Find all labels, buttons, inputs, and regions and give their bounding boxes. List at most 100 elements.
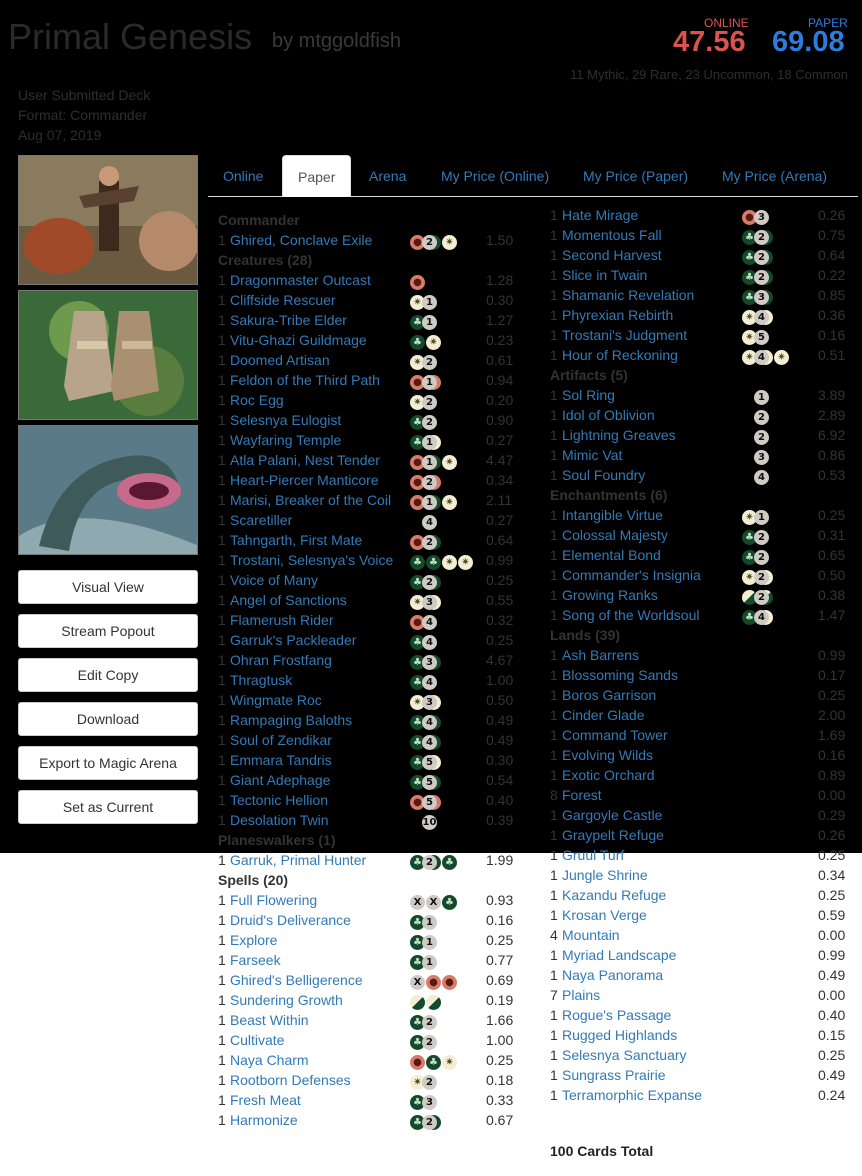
tab-my-price-paper[interactable]: My Price (Paper) [568, 155, 703, 197]
card-name-link[interactable]: Garruk's Packleader [230, 632, 356, 648]
card-name-link[interactable]: Roc Egg [230, 392, 284, 408]
tab-arena[interactable]: Arena [354, 155, 421, 197]
card-name-link[interactable]: Commander's Insignia [562, 567, 701, 583]
card-name-link[interactable]: Harmonize [230, 1112, 298, 1128]
card-name-link[interactable]: Wayfaring Temple [230, 432, 341, 448]
card-name-link[interactable]: Flamerush Rider [230, 612, 333, 628]
card-name-link[interactable]: Rampaging Baloths [230, 712, 352, 728]
card-name-link[interactable]: Rugged Highlands [562, 1027, 677, 1043]
card-name-link[interactable]: Wingmate Roc [230, 692, 322, 708]
card-name-link[interactable]: Ghired, Conclave Exile [230, 232, 372, 248]
card-name-link[interactable]: Angel of Sanctions [230, 592, 347, 608]
card-name-link[interactable]: Selesnya Eulogist [230, 412, 341, 428]
card-name-link[interactable]: Momentous Fall [562, 227, 662, 243]
card-name-link[interactable]: Slice in Twain [562, 267, 647, 283]
card-name-link[interactable]: Elemental Bond [562, 547, 661, 563]
card-name-link[interactable]: Tahngarth, First Mate [230, 532, 362, 548]
card-name-link[interactable]: Ghired's Belligerence [230, 972, 363, 988]
card-name-link[interactable]: Rootborn Defenses [230, 1072, 351, 1088]
tab-my-price-arena[interactable]: My Price (Arena) [707, 155, 842, 197]
card-name-link[interactable]: Rogue's Passage [562, 1007, 671, 1023]
edit-copy-button[interactable]: Edit Copy [18, 658, 198, 692]
card-quantity: 1 [550, 1087, 558, 1103]
card-name-link[interactable]: Soul of Zendikar [230, 732, 332, 748]
card-name-link[interactable]: Idol of Oblivion [562, 407, 655, 423]
card-name-link[interactable]: Heart-Piercer Manticore [230, 472, 379, 488]
boots-art-image[interactable] [18, 290, 198, 420]
card-name-link[interactable]: Mountain [562, 927, 620, 943]
card-name-link[interactable]: Exotic Orchard [562, 767, 655, 783]
card-name-link[interactable]: Cultivate [230, 1032, 284, 1048]
card-name-link[interactable]: Naya Charm [230, 1052, 309, 1068]
card-name-link[interactable]: Forest [562, 787, 602, 803]
card-name-link[interactable]: Vitu-Ghazi Guildmage [230, 332, 367, 348]
card-name-link[interactable]: Cinder Glade [562, 707, 645, 723]
card-name-link[interactable]: Ash Barrens [562, 647, 639, 663]
card-name-link[interactable]: Second Harvest [562, 247, 662, 263]
card-name-link[interactable]: Jungle Shrine [562, 867, 648, 883]
card-name-link[interactable]: Scaretiller [230, 512, 292, 528]
card-name-link[interactable]: Desolation Twin [230, 812, 329, 828]
commander-art-image[interactable] [18, 155, 198, 285]
card-name-link[interactable]: Sol Ring [562, 387, 615, 403]
card-name-link[interactable]: Blossoming Sands [562, 667, 678, 683]
card-name-link[interactable]: Atla Palani, Nest Tender [230, 452, 380, 468]
card-name-link[interactable]: Command Tower [562, 727, 668, 743]
tab-online[interactable]: Online [208, 155, 278, 197]
card-name-link[interactable]: Soul Foundry [562, 467, 645, 483]
card-name-link[interactable]: Naya Panorama [562, 967, 663, 983]
card-name-link[interactable]: Growing Ranks [562, 587, 658, 603]
card-name-link[interactable]: Gruul Turf [562, 847, 624, 863]
card-name-link[interactable]: Myriad Landscape [562, 947, 676, 963]
download-button[interactable]: Download [18, 702, 198, 736]
card-name-link[interactable]: Colossal Majesty [562, 527, 668, 543]
card-name-link[interactable]: Sundering Growth [230, 992, 343, 1008]
card-name-link[interactable]: Ohran Frostfang [230, 652, 332, 668]
card-name-link[interactable]: Hate Mirage [562, 207, 638, 223]
card-name-link[interactable]: Gargoyle Castle [562, 807, 662, 823]
card-name-link[interactable]: Boros Garrison [562, 687, 656, 703]
card-name-link[interactable]: Mimic Vat [562, 447, 622, 463]
card-name-link[interactable]: Lightning Greaves [562, 427, 676, 443]
visual-view-button[interactable]: Visual View [18, 570, 198, 604]
card-name-link[interactable]: Beast Within [230, 1012, 309, 1028]
card-name-link[interactable]: Evolving Wilds [562, 747, 653, 763]
card-name-link[interactable]: Marisi, Breaker of the Coil [230, 492, 391, 508]
card-name-link[interactable]: Hour of Reckoning [562, 347, 678, 363]
card-name-link[interactable]: Emmara Tandris [230, 752, 332, 768]
card-name-link[interactable]: Cliffside Rescuer [230, 292, 336, 308]
card-name-link[interactable]: Explore [230, 932, 277, 948]
card-name-link[interactable]: Sakura-Tribe Elder [230, 312, 347, 328]
card-name-link[interactable]: Trostani, Selesnya's Voice [230, 552, 393, 568]
card-name-link[interactable]: Shamanic Revelation [562, 287, 694, 303]
card-name-link[interactable]: Phyrexian Rebirth [562, 307, 673, 323]
card-name-link[interactable]: Voice of Many [230, 572, 318, 588]
set-current-button[interactable]: Set as Current [18, 790, 198, 824]
card-name-link[interactable]: Sungrass Prairie [562, 1067, 666, 1083]
card-name-link[interactable]: Farseek [230, 952, 281, 968]
card-name-link[interactable]: Kazandu Refuge [562, 887, 666, 903]
card-name-link[interactable]: Dragonmaster Outcast [230, 272, 371, 288]
card-name-link[interactable]: Giant Adephage [230, 772, 330, 788]
card-name-link[interactable]: Trostani's Judgment [562, 327, 687, 343]
card-name-link[interactable]: Intangible Virtue [562, 507, 663, 523]
card-name-link[interactable]: Thragtusk [230, 672, 292, 688]
card-name-link[interactable]: Tectonic Hellion [230, 792, 328, 808]
card-name-link[interactable]: Feldon of the Third Path [230, 372, 380, 388]
card-name-link[interactable]: Plains [562, 987, 600, 1003]
serpent-art-image[interactable] [18, 425, 198, 555]
card-name-link[interactable]: Song of the Worldsoul [562, 607, 700, 623]
export-arena-button[interactable]: Export to Magic Arena [18, 746, 198, 780]
card-name-link[interactable]: Graypelt Refuge [562, 827, 664, 843]
card-name-link[interactable]: Fresh Meat [230, 1092, 301, 1108]
card-name-link[interactable]: Doomed Artisan [230, 352, 330, 368]
tab-my-price-online[interactable]: My Price (Online) [426, 155, 564, 197]
card-name-link[interactable]: Krosan Verge [562, 907, 647, 923]
stream-popout-button[interactable]: Stream Popout [18, 614, 198, 648]
card-name-link[interactable]: Druid's Deliverance [230, 912, 351, 928]
card-name-link[interactable]: Garruk, Primal Hunter [230, 852, 366, 868]
card-name-link[interactable]: Selesnya Sanctuary [562, 1047, 687, 1063]
card-name-link[interactable]: Full Flowering [230, 892, 317, 908]
tab-paper[interactable]: Paper [282, 155, 352, 197]
card-name-link[interactable]: Terramorphic Expanse [562, 1087, 702, 1103]
